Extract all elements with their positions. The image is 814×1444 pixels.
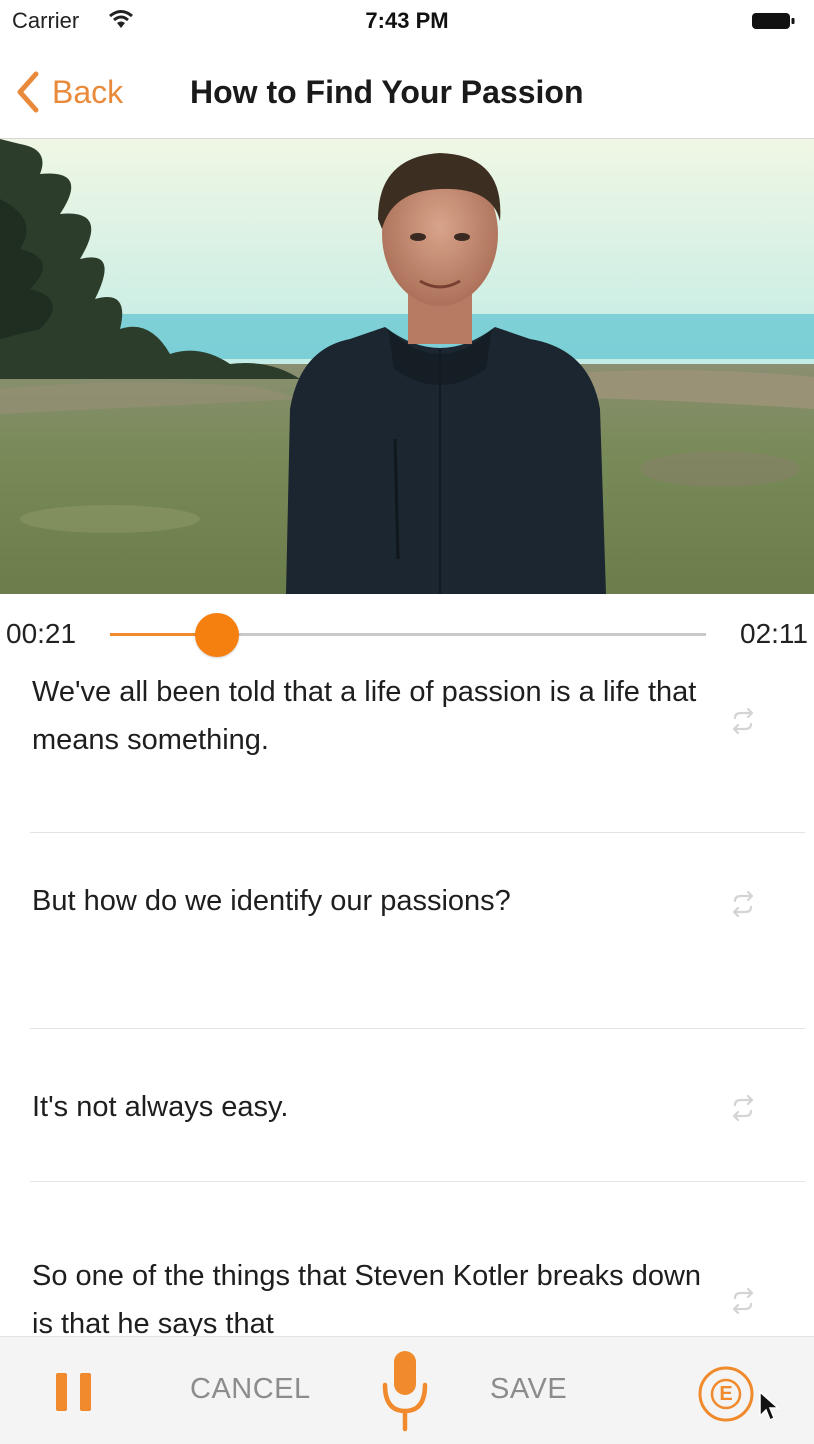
progress-track[interactable] [110, 613, 706, 657]
save-button[interactable]: SAVE [490, 1373, 567, 1406]
record-button[interactable] [380, 1347, 430, 1435]
transcript-text: But how do we identify our passions? [32, 885, 511, 917]
back-button[interactable]: Back [14, 68, 123, 116]
playback-progress: 00:21 02:11 [0, 606, 814, 662]
back-chevron-icon [17, 71, 39, 113]
transcript-text: So one of the things that Steven Kotler … [32, 1260, 702, 1336]
transcript-text: We've all been told that a life of passi… [32, 676, 697, 756]
progress-thumb[interactable] [195, 613, 240, 657]
repeat-icon[interactable] [728, 1286, 758, 1316]
navigation-bar: Back How to Find Your Passion [0, 46, 814, 139]
back-label: Back [52, 73, 124, 110]
repeat-icon[interactable] [728, 1093, 758, 1123]
status-bar: Carrier 7:43 PM [0, 0, 814, 46]
current-time: 00:21 [6, 618, 77, 649]
pause-icon [80, 1373, 91, 1411]
pause-icon [56, 1373, 67, 1411]
cursor-icon [759, 1390, 780, 1422]
clock: 7:43 PM [365, 8, 449, 33]
page-title: How to Find Your Passion [190, 74, 584, 110]
transcript-row[interactable]: It's not always easy. [0, 1029, 814, 1181]
transcript-row[interactable]: But how do we identify our passions? [0, 833, 814, 1028]
bottom-toolbar: CANCEL SAVE E [0, 1336, 814, 1444]
app-screen: Carrier 7:43 PM Back How to Find Your Pa… [0, 0, 814, 1444]
transcript-list: We've all been told that a life of passi… [0, 662, 814, 1336]
e-circle-button[interactable]: E [697, 1365, 755, 1423]
cancel-button[interactable]: CANCEL [190, 1373, 311, 1406]
transcript-row[interactable]: We've all been told that a life of passi… [0, 662, 814, 832]
repeat-icon[interactable] [728, 706, 758, 736]
transcript-row[interactable]: So one of the things that Steven Kotler … [0, 1182, 814, 1336]
e-label: E [719, 1383, 733, 1405]
microphone-icon [382, 1351, 428, 1432]
video-player[interactable] [0, 139, 814, 594]
video-frame [0, 139, 814, 594]
transcript-text: It's not always easy. [32, 1091, 289, 1123]
pause-button[interactable] [52, 1371, 96, 1415]
repeat-icon[interactable] [728, 889, 758, 919]
battery-icon [752, 12, 796, 30]
duration: 02:11 [740, 618, 808, 649]
